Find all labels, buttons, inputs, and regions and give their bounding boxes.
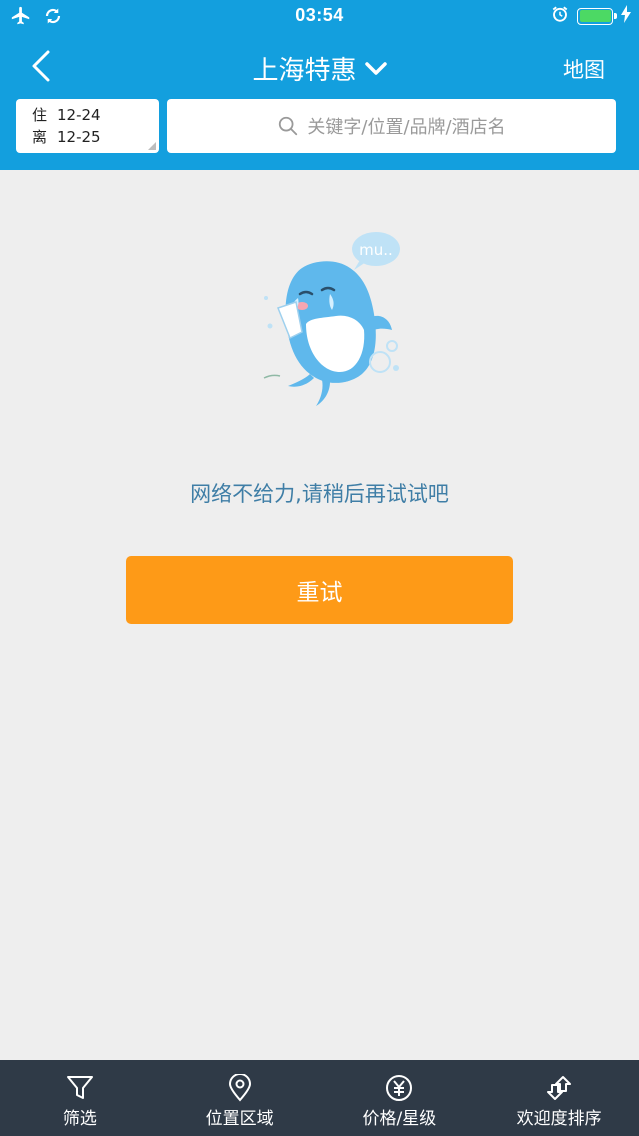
sort-icon bbox=[547, 1076, 572, 1100]
status-time: 03:54 bbox=[295, 5, 344, 25]
charging-icon bbox=[621, 5, 631, 27]
tab-location-label: 位置区域 bbox=[205, 1109, 274, 1129]
status-bar: 03:54 bbox=[0, 0, 639, 34]
yen-icon bbox=[386, 1075, 413, 1101]
retry-button[interactable]: 重试 bbox=[126, 556, 513, 624]
map-button[interactable]: 地图 bbox=[563, 54, 605, 84]
tab-filter[interactable]: 筛选 bbox=[0, 1060, 160, 1136]
filter-icon bbox=[66, 1076, 93, 1099]
checkin-row: 住 12-24 bbox=[32, 104, 159, 126]
chevron-down-icon bbox=[364, 61, 387, 75]
mascot-bubble-text: mu.. bbox=[359, 241, 393, 259]
tab-location[interactable]: 位置区域 bbox=[160, 1060, 320, 1136]
tab-sort[interactable]: 欢迎度排序 bbox=[479, 1060, 639, 1136]
error-message: 网络不给力,请稍后再试试吧 bbox=[190, 482, 449, 506]
tab-price-star-label: 价格/星级 bbox=[362, 1109, 437, 1129]
date-selector[interactable]: 住 12-24 离 12-25 bbox=[16, 99, 159, 153]
checkin-label: 住 bbox=[32, 106, 48, 124]
crying-dolphin-mascot: mu.. bbox=[263, 232, 400, 406]
tab-sort-label: 欢迎度排序 bbox=[516, 1109, 602, 1129]
tab-price-star[interactable]: 价格/星级 bbox=[320, 1060, 480, 1136]
checkout-row: 离 12-25 bbox=[32, 126, 159, 148]
search-input[interactable]: 关键字/位置/品牌/酒店名 bbox=[167, 99, 616, 153]
search-icon bbox=[279, 116, 298, 136]
hotel-list-screen: 03:54 上海特惠 地图 住 12-24 离 12-25 关键字/位置/品牌/… bbox=[0, 0, 639, 1136]
city-selector[interactable]: 上海特惠 bbox=[0, 50, 639, 87]
location-pin-icon bbox=[228, 1074, 251, 1102]
header: 上海特惠 地图 住 12-24 离 12-25 关键字/位置/品牌/酒店名 bbox=[0, 34, 639, 170]
corner-triangle-icon bbox=[148, 142, 156, 150]
battery-icon bbox=[577, 7, 617, 25]
search-placeholder: 关键字/位置/品牌/酒店名 bbox=[307, 117, 506, 138]
alarm-icon bbox=[551, 5, 569, 27]
checkin-date: 12-24 bbox=[57, 106, 101, 124]
bottom-toolbar: 筛选 位置区域 价格/星级 欢迎度排序 bbox=[0, 1060, 639, 1136]
page-title: 上海特惠 bbox=[252, 56, 357, 86]
checkout-label: 离 bbox=[32, 128, 48, 146]
checkout-date: 12-25 bbox=[57, 128, 101, 146]
tab-filter-label: 筛选 bbox=[62, 1109, 97, 1129]
